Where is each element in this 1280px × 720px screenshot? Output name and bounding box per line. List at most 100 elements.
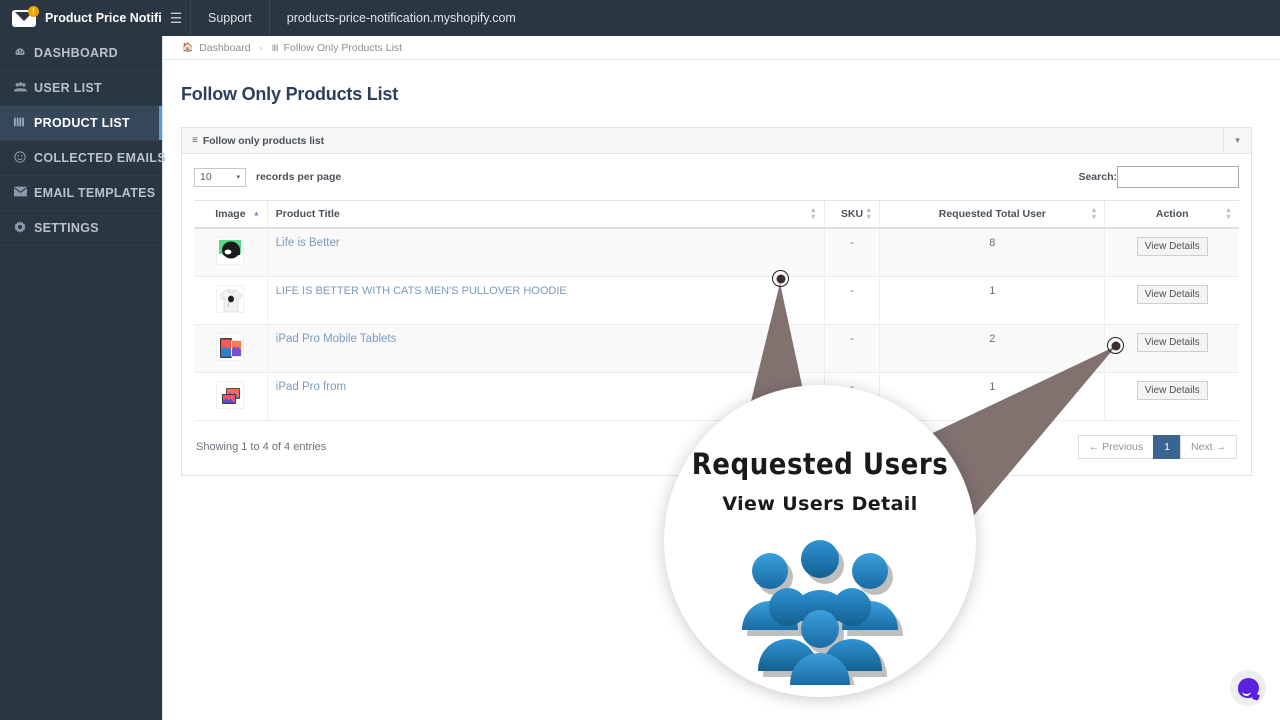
sidebar-item-dashboard[interactable]: DASHBOARD bbox=[0, 36, 162, 71]
product-title-link[interactable]: Life is Better bbox=[276, 237, 340, 249]
sidebar-item-product-list[interactable]: PRODUCT LIST bbox=[0, 106, 162, 141]
panel-header-title: Follow only products list bbox=[202, 134, 325, 147]
records-per-page-value: 10 bbox=[200, 171, 212, 183]
view-details-button[interactable]: View Details bbox=[1136, 333, 1208, 352]
column-header-product-title[interactable]: Product Title ▲ ▼ bbox=[266, 200, 825, 229]
pagination-previous[interactable]: ← Previous bbox=[1077, 435, 1155, 459]
smile-icon bbox=[14, 150, 34, 166]
cell-product-title: iPad Pro from bbox=[266, 372, 825, 421]
breadcrumb-link-dashboard[interactable]: Dashboard bbox=[199, 42, 250, 54]
cell-action: View Details bbox=[1104, 228, 1239, 277]
search-input[interactable] bbox=[1117, 166, 1239, 188]
brand-title: Product Price Notificati… bbox=[45, 11, 162, 25]
chevron-down-icon: ▾ bbox=[1235, 135, 1240, 145]
chat-bubble-icon bbox=[1237, 678, 1259, 698]
panel-header: ≡ Follow only products list ▾ bbox=[182, 127, 1251, 154]
column-header-requested-total-user[interactable]: Requested Total User ▲ ▼ bbox=[879, 200, 1105, 229]
product-title-link[interactable]: iPad Pro Mobile Tablets bbox=[276, 333, 397, 345]
table-info: Showing 1 to 4 of 4 entries bbox=[196, 441, 327, 453]
cell-action: View Details bbox=[1104, 372, 1239, 421]
column-label: SKU bbox=[840, 208, 864, 220]
table-head: Image ▲ Product Title ▲ ▼ SKU ▲ ▼ Reques… bbox=[194, 200, 1239, 229]
table-body: Life is Better - 8 View Details LIFE IS … bbox=[194, 228, 1239, 421]
table-controls: 10 ▾ records per page Search: bbox=[194, 164, 1239, 190]
sidebar-item-user-list[interactable]: USER LIST bbox=[0, 71, 162, 106]
products-table: Image ▲ Product Title ▲ ▼ SKU ▲ ▼ Reques… bbox=[194, 200, 1239, 421]
view-details-button[interactable]: View Details bbox=[1136, 237, 1208, 256]
list-icon: ≡ bbox=[192, 135, 198, 146]
gear-icon bbox=[14, 220, 34, 236]
cell-requested-total-user: 8 bbox=[879, 228, 1105, 277]
sidebar-item-label: SETTINGS bbox=[34, 221, 99, 235]
records-per-page-select[interactable]: 10 ▾ bbox=[194, 167, 246, 187]
sidebar-item-label: USER LIST bbox=[34, 81, 102, 95]
ipad-thumbnail bbox=[216, 333, 245, 361]
view-details-button[interactable]: View Details bbox=[1136, 381, 1208, 400]
panel-header-left: ≡ Follow only products list bbox=[192, 135, 324, 147]
product-title-link[interactable]: iPad Pro from bbox=[276, 381, 346, 393]
cell-sku: - bbox=[823, 324, 880, 373]
cell-requested-total-user: 2 bbox=[879, 324, 1105, 373]
pagination-next[interactable]: Next → bbox=[1179, 435, 1237, 459]
cell-image bbox=[194, 372, 268, 421]
sidebar: DASHBOARD USER LIST PRODUCT LIST COLLECT… bbox=[0, 36, 166, 720]
envelope-notification-icon: ! bbox=[12, 6, 39, 28]
cell-image bbox=[194, 228, 268, 277]
table-row: iPad Pro Mobile Tablets - 2 View Details bbox=[194, 324, 1239, 373]
bars-icon bbox=[14, 116, 34, 131]
cell-action: View Details bbox=[1104, 324, 1239, 373]
sidebar-item-label: EMAIL TEMPLATES bbox=[34, 186, 156, 200]
cell-sku: - bbox=[823, 228, 880, 277]
content-area: 🏠 Dashboard › IIII Follow Only Products … bbox=[162, 36, 1280, 720]
sidebar-item-collected-emails[interactable]: COLLECTED EMAILS bbox=[0, 141, 166, 176]
page-title: Follow Only Products List bbox=[181, 84, 399, 104]
breadcrumb: 🏠 Dashboard › IIII Follow Only Products … bbox=[163, 36, 1280, 60]
brand[interactable]: ! Product Price Notificati… bbox=[0, 0, 162, 36]
column-label: Product Title bbox=[275, 208, 340, 220]
cell-sku: - bbox=[823, 372, 880, 421]
sort-indicator: ▲ ▼ bbox=[809, 207, 817, 221]
sort-indicator: ▲ ▼ bbox=[1090, 207, 1098, 221]
bars-icon: IIII bbox=[271, 42, 279, 53]
helmet-thumbnail bbox=[216, 237, 245, 265]
view-details-button[interactable]: View Details bbox=[1136, 285, 1208, 304]
sidebar-item-label: DASHBOARD bbox=[34, 46, 118, 60]
cell-image bbox=[194, 324, 268, 373]
sort-indicator: ▲ ▼ bbox=[1225, 207, 1232, 221]
table-row: LIFE IS BETTER WITH CATS MEN'S PULLOVER … bbox=[194, 276, 1239, 325]
sidebar-item-label: COLLECTED EMAILS bbox=[34, 151, 166, 165]
products-panel: ≡ Follow only products list ▾ 10 ▾ recor… bbox=[181, 127, 1252, 476]
table-row: Life is Better - 8 View Details bbox=[194, 228, 1239, 277]
pagination-page-1[interactable]: 1 bbox=[1153, 435, 1181, 459]
sidebar-item-email-templates[interactable]: EMAIL TEMPLATES bbox=[0, 176, 162, 211]
column-header-action[interactable]: Action ▲ ▼ bbox=[1104, 200, 1239, 229]
breadcrumb-current: Follow Only Products List bbox=[283, 41, 403, 54]
cell-product-title: iPad Pro Mobile Tablets bbox=[266, 324, 825, 373]
sort-indicator-asc: ▲ bbox=[252, 210, 260, 218]
hoodie-thumbnail bbox=[216, 285, 245, 313]
product-title-link[interactable]: LIFE IS BETTER WITH CATS MEN'S PULLOVER … bbox=[276, 285, 567, 297]
table-header-row: Image ▲ Product Title ▲ ▼ SKU ▲ ▼ Reques… bbox=[194, 200, 1239, 229]
column-header-image[interactable]: Image ▲ bbox=[194, 200, 268, 229]
home-icon: 🏠 bbox=[182, 42, 194, 52]
search-label: Search: bbox=[1078, 171, 1117, 183]
sidebar-item-settings[interactable]: SETTINGS bbox=[0, 211, 162, 246]
table-row: iPad Pro from - 1 View Details bbox=[194, 372, 1239, 421]
panel-collapse-button[interactable]: ▾ bbox=[1223, 127, 1251, 154]
column-header-sku[interactable]: SKU ▲ ▼ bbox=[823, 200, 880, 229]
top-bar: ! Product Price Notificati… ☰ Support pr… bbox=[0, 0, 1280, 36]
cell-requested-total-user: 1 bbox=[879, 276, 1105, 325]
column-label: Image bbox=[215, 208, 246, 220]
chevron-down-icon: ▾ bbox=[236, 174, 240, 181]
pagination: ← Previous 1 Next → bbox=[1077, 435, 1237, 459]
topnav-item-shop-domain[interactable]: products-price-notification.myshopify.co… bbox=[268, 0, 533, 36]
topnav-item-support[interactable]: Support bbox=[190, 0, 269, 36]
chat-widget-button[interactable] bbox=[1230, 670, 1266, 706]
records-per-page-label: records per page bbox=[256, 171, 342, 183]
search-control: Search: bbox=[1078, 166, 1239, 188]
column-label: Requested Total User bbox=[938, 208, 1046, 220]
envelope-icon bbox=[13, 186, 34, 200]
hamburger-icon[interactable]: ☰ bbox=[162, 0, 190, 36]
app-root: ! Product Price Notificati… ☰ Support pr… bbox=[0, 0, 1280, 720]
notification-badge: ! bbox=[28, 6, 39, 17]
